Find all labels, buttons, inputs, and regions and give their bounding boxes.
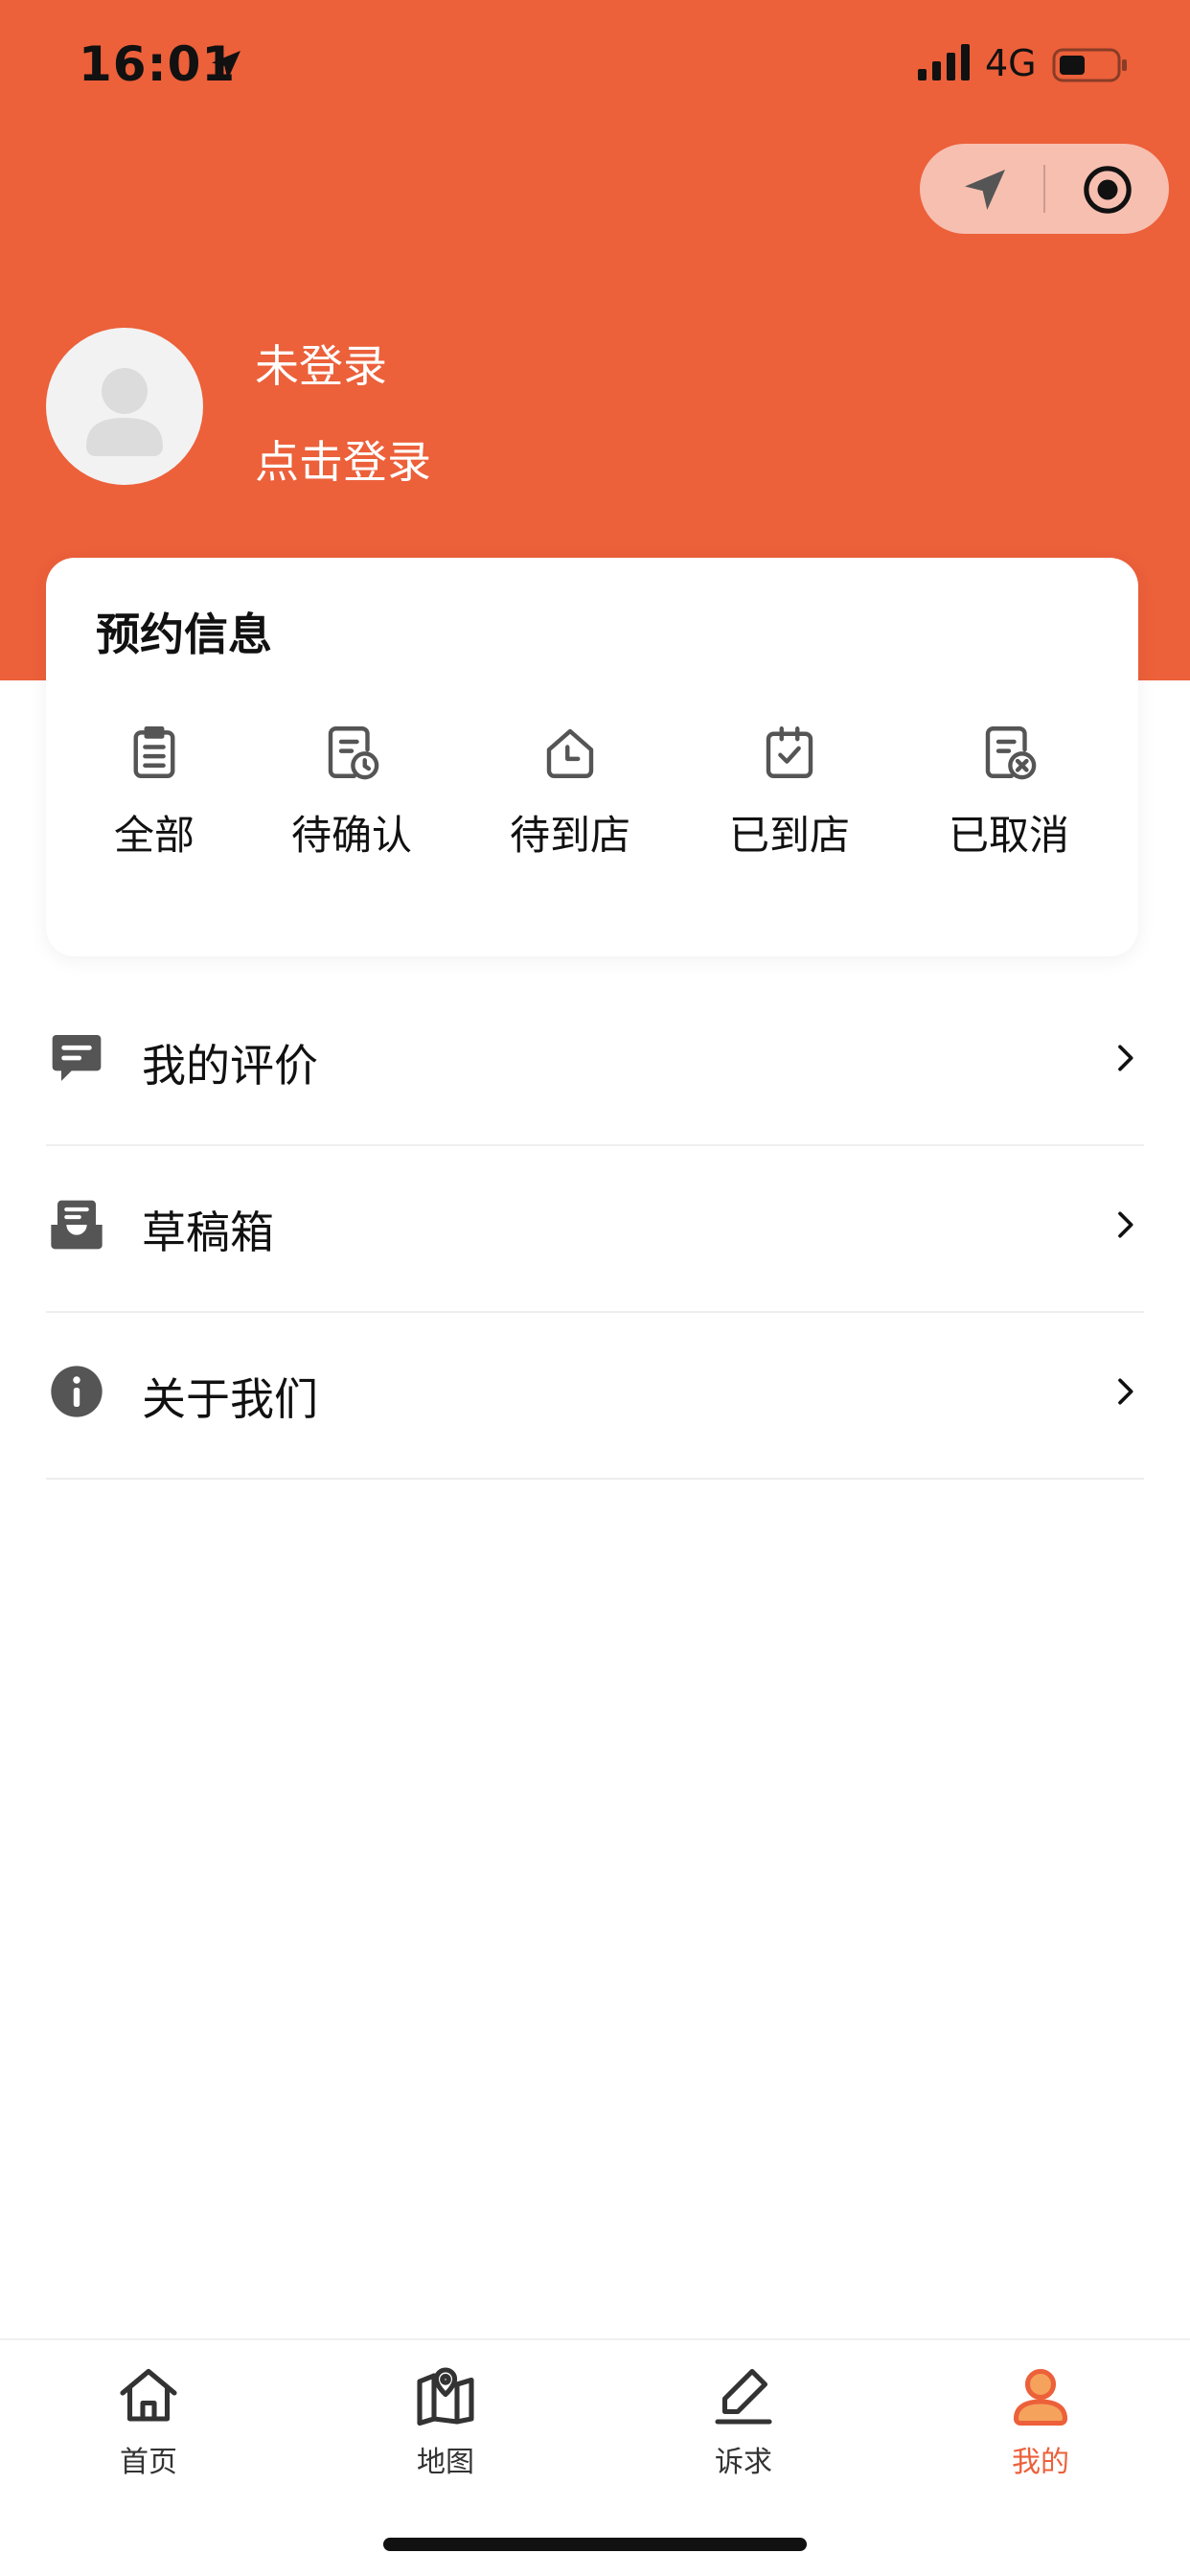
menu-item-about-us[interactable]: 关于我们 [46,1311,1144,1480]
reservation-item-all[interactable]: 全部 [58,721,250,893]
map-icon [417,2367,474,2426]
login-link[interactable]: 点击登录 [255,427,431,491]
navigation-icon[interactable] [958,163,1012,217]
menu-item-label: 我的评价 [142,1040,318,1092]
house-clock-icon [546,728,594,778]
clipboard-list-icon [133,726,175,778]
tab-label: 诉求 [715,2446,772,2479]
reservation-item-label: 待到店 [509,812,630,859]
tab-label: 我的 [1012,2446,1069,2479]
reservation-card: 预约信息 全部 待确认 待到店 已到店 已取消 [46,558,1138,956]
reservation-item-cancelled[interactable]: 已取消 [913,721,1105,893]
signal-icon [918,44,970,80]
reservation-title: 预约信息 [96,609,272,660]
reservation-item-label: 待确认 [290,812,412,859]
reservation-item-label: 全部 [113,812,195,859]
reservation-item-pending-arrival[interactable]: 待到店 [474,721,666,893]
home-icon [120,2368,177,2422]
calendar-check-icon [766,726,813,778]
tab-home[interactable]: 首页 [53,2361,244,2486]
document-clock-icon [328,726,379,780]
tab-mine[interactable]: 我的 [945,2361,1136,2486]
reservation-item-label: 已到店 [728,812,850,859]
menu-item-my-reviews[interactable]: 我的评价 [46,978,1144,1146]
tab-label: 首页 [120,2446,177,2479]
user-icon [1013,2368,1068,2426]
tab-map[interactable]: 地图 [350,2361,541,2486]
home-indicator [383,2538,807,2551]
capsule-divider [1043,165,1045,213]
avatar-placeholder-icon [86,368,163,456]
chevron-right-icon [1118,1378,1133,1405]
reservation-item-pending-confirm[interactable]: 待确认 [256,721,447,893]
reservation-item-arrived[interactable]: 已到店 [694,721,885,893]
avatar[interactable] [46,328,203,485]
chevron-right-icon [1118,1211,1133,1238]
menu-item-drafts[interactable]: 草稿箱 [46,1144,1144,1313]
reservation-item-label: 已取消 [948,812,1069,859]
tab-appeal[interactable]: 诉求 [648,2361,839,2486]
menu-item-label: 草稿箱 [142,1207,274,1258]
menu-capsule [920,144,1169,234]
comment-icon [52,1035,102,1081]
chevron-right-icon [1118,1045,1133,1071]
edit-icon [715,2368,772,2425]
status-bar: 16:01 4G [0,0,1190,125]
inbox-icon [51,1200,103,1250]
info-icon [51,1366,103,1417]
network-type: 4G [985,42,1037,84]
document-cancel-icon [985,726,1037,780]
battery-icon [1052,48,1127,82]
profile-page: 16:01 4G 未登录 点击登录 预约信息 全部 待确认 待到店 已到店 已取… [0,0,1190,2576]
tab-label: 地图 [417,2446,474,2479]
menu-item-label: 关于我们 [142,1373,318,1425]
login-status: 未登录 [255,340,387,392]
target-icon[interactable] [1081,163,1134,217]
location-arrow-icon [212,51,240,80]
